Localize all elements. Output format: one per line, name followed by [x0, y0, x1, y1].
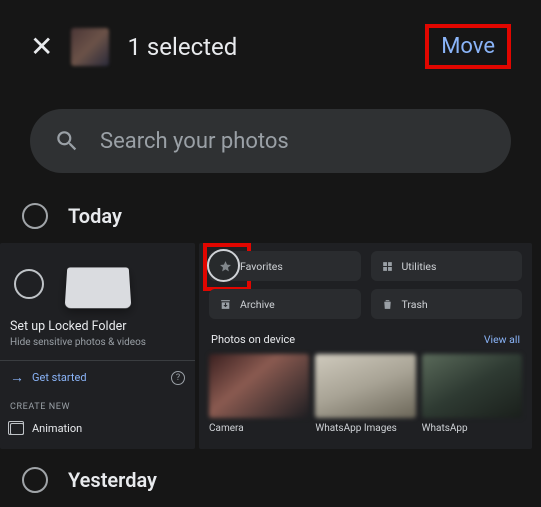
section-yesterday: Yesterday [0, 449, 541, 507]
device-album-whatsapp-images[interactable]: WhatsApp Images [315, 354, 415, 434]
animation-icon [10, 423, 24, 435]
utilities-icon [381, 260, 394, 273]
move-button[interactable]: Move [425, 24, 511, 69]
thumb-select-ring[interactable] [14, 269, 44, 299]
animation-button[interactable]: Animation [10, 422, 185, 435]
select-all-today[interactable] [22, 203, 48, 229]
arrow-right-icon: → [10, 369, 24, 386]
trash-icon [381, 298, 394, 311]
search-bar[interactable]: Search your photos [30, 109, 511, 173]
locked-folder-title: Set up Locked Folder [10, 319, 185, 334]
section-title-today: Today [68, 204, 122, 228]
search-icon [54, 128, 80, 154]
photos-on-device-label: Photos on device [211, 333, 295, 346]
selection-header: ✕ 1 selected Move [0, 0, 541, 79]
help-icon[interactable]: ? [171, 371, 185, 385]
thumbnail-locked-folder-card[interactable]: Set up Locked Folder Hide sensitive phot… [0, 243, 195, 449]
locked-folder-subtitle: Hide sensitive photos & videos [10, 337, 185, 348]
device-album-whatsapp[interactable]: WhatsApp [422, 354, 522, 434]
locked-folder-illustration [10, 251, 185, 309]
select-all-yesterday[interactable] [22, 467, 48, 493]
selected-thumbnail[interactable] [71, 28, 109, 66]
section-title-yesterday: Yesterday [68, 468, 157, 492]
view-all-button[interactable]: View all [484, 333, 520, 346]
search-placeholder: Search your photos [100, 129, 289, 154]
chip-archive[interactable]: Archive [209, 289, 361, 319]
section-today: Today [0, 173, 541, 243]
get-started-button[interactable]: → Get started [10, 369, 87, 386]
close-icon[interactable]: ✕ [30, 30, 53, 63]
today-thumbnails: Set up Locked Folder Hide sensitive phot… [0, 243, 541, 449]
device-album-camera[interactable]: Camera [209, 354, 309, 434]
chip-trash[interactable]: Trash [371, 289, 523, 319]
chip-utilities[interactable]: Utilities [371, 251, 523, 281]
create-new-label: CREATE NEW [10, 402, 185, 412]
selection-count: 1 selected [127, 33, 407, 61]
chip-favorites[interactable]: Favorites [209, 251, 361, 281]
thumbnail-library-card[interactable]: Favorites Utilities Archive Trash Photos… [199, 243, 532, 449]
archive-icon [219, 298, 232, 311]
thumb-select-ring[interactable] [207, 249, 240, 282]
